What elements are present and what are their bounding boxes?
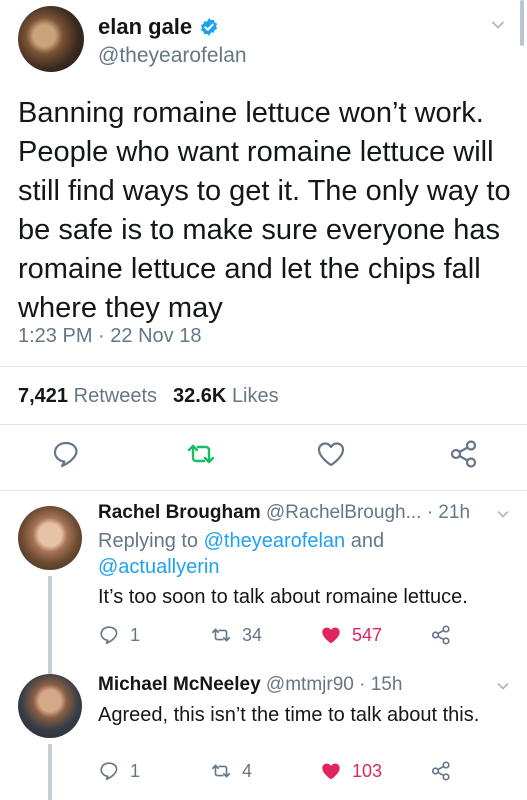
- reply-avatar[interactable]: [18, 506, 82, 570]
- chevron-down-icon[interactable]: [497, 680, 509, 692]
- reply-author-handle[interactable]: @mtmjr90: [266, 674, 354, 695]
- thread-line: [48, 660, 52, 674]
- like-icon[interactable]: [315, 438, 347, 470]
- reply-tweet[interactable]: Michael McNeeley @mtmjr90 · 15h Agreed, …: [0, 660, 527, 800]
- retweets-label: Retweets: [73, 385, 157, 407]
- reply-header: Michael McNeeley @mtmjr90 · 15h: [98, 674, 402, 696]
- reply-author-name[interactable]: Rachel Brougham: [98, 502, 261, 523]
- reply-avatar[interactable]: [18, 674, 82, 738]
- share-icon: [431, 761, 450, 781]
- reply-author-name[interactable]: Michael McNeeley: [98, 674, 261, 695]
- author-handle[interactable]: @theyearofelan: [98, 44, 247, 68]
- likes-stat[interactable]: 32.6K Likes: [173, 385, 279, 408]
- author-name[interactable]: elan gale: [98, 14, 192, 40]
- reply-text: It’s too soon to talk about romaine lett…: [98, 586, 468, 608]
- share-icon[interactable]: [448, 438, 480, 470]
- replying-prefix: Replying to: [98, 530, 199, 552]
- like-count: 547: [352, 624, 383, 645]
- reply-author-handle[interactable]: @RachelBrough...: [266, 502, 422, 523]
- author-name-row: elan gale: [98, 14, 219, 40]
- share-icon: [431, 625, 450, 645]
- tweet-timestamp: 1:23 PM · 22 Nov 18: [18, 325, 201, 348]
- meta-separator: ·: [98, 325, 105, 347]
- reply-icon[interactable]: [50, 438, 82, 470]
- divider: [0, 366, 527, 367]
- reply-header: Rachel Brougham @RachelBrough... · 21h: [98, 502, 470, 524]
- reply-share-action[interactable]: [430, 760, 452, 782]
- reply-reply-action[interactable]: 1: [98, 624, 140, 646]
- replying-to: Replying to @theyearofelan and: [98, 528, 384, 554]
- retweets-count: 7,421: [18, 385, 69, 407]
- reply-icon: [100, 626, 118, 645]
- replying-and: and: [350, 530, 385, 552]
- main-tweet: elan gale @theyearofelan Banning romaine…: [0, 0, 527, 490]
- reply-share-action[interactable]: [430, 624, 452, 646]
- likes-label: Likes: [231, 385, 279, 407]
- reply-like-action[interactable]: 103: [320, 760, 382, 782]
- thread-line: [48, 744, 52, 800]
- retweet-count: 34: [242, 624, 263, 645]
- reply-count: 1: [130, 760, 141, 781]
- engagement-stats: 7,421 Retweets 32.6K Likes: [18, 385, 279, 408]
- retweet-icon[interactable]: [185, 438, 217, 470]
- reply-like-action[interactable]: 547: [320, 624, 382, 646]
- replying-to-second: @actuallyerin: [98, 554, 219, 580]
- reply-age: · 21h: [426, 502, 471, 523]
- reply-retweet-action[interactable]: 34: [210, 624, 262, 646]
- mention-link[interactable]: @theyearofelan: [204, 530, 346, 552]
- reply-reply-action[interactable]: 1: [98, 760, 140, 782]
- reply-age: · 15h: [359, 674, 403, 695]
- reply-text: Agreed, this isn’t the time to talk abou…: [98, 704, 480, 726]
- chevron-down-icon[interactable]: [491, 18, 505, 32]
- chevron-down-icon[interactable]: [497, 508, 509, 520]
- retweet-icon: [211, 764, 231, 778]
- tweet-date: 22 Nov 18: [110, 325, 202, 347]
- verified-badge-icon: [201, 18, 218, 36]
- like-count: 103: [352, 760, 383, 781]
- reply-count: 1: [130, 624, 141, 645]
- reply-tweet[interactable]: Rachel Brougham @RachelBrough... · 21h R…: [0, 490, 527, 660]
- heart-filled-icon: [322, 627, 340, 644]
- tweet-time: 1:23 PM: [18, 325, 93, 347]
- reply-action-bar: 1 4 103: [98, 760, 508, 784]
- tweet-action-bar: [0, 438, 527, 474]
- author-avatar[interactable]: [18, 6, 84, 72]
- heart-filled-icon: [322, 763, 340, 780]
- tweet-text: Banning romaine lettuce won’t work. Peop…: [18, 97, 511, 324]
- likes-count: 32.6K: [173, 385, 227, 407]
- mention-link[interactable]: @actuallyerin: [98, 556, 219, 578]
- reply-action-bar: 1 34 547: [98, 624, 508, 648]
- divider: [0, 424, 527, 425]
- reply-retweet-action[interactable]: 4: [210, 760, 252, 782]
- retweets-stat[interactable]: 7,421 Retweets: [18, 385, 157, 408]
- retweet-icon: [211, 628, 231, 642]
- thread-line: [48, 576, 52, 660]
- retweet-count: 4: [242, 760, 253, 781]
- reply-icon: [100, 762, 118, 781]
